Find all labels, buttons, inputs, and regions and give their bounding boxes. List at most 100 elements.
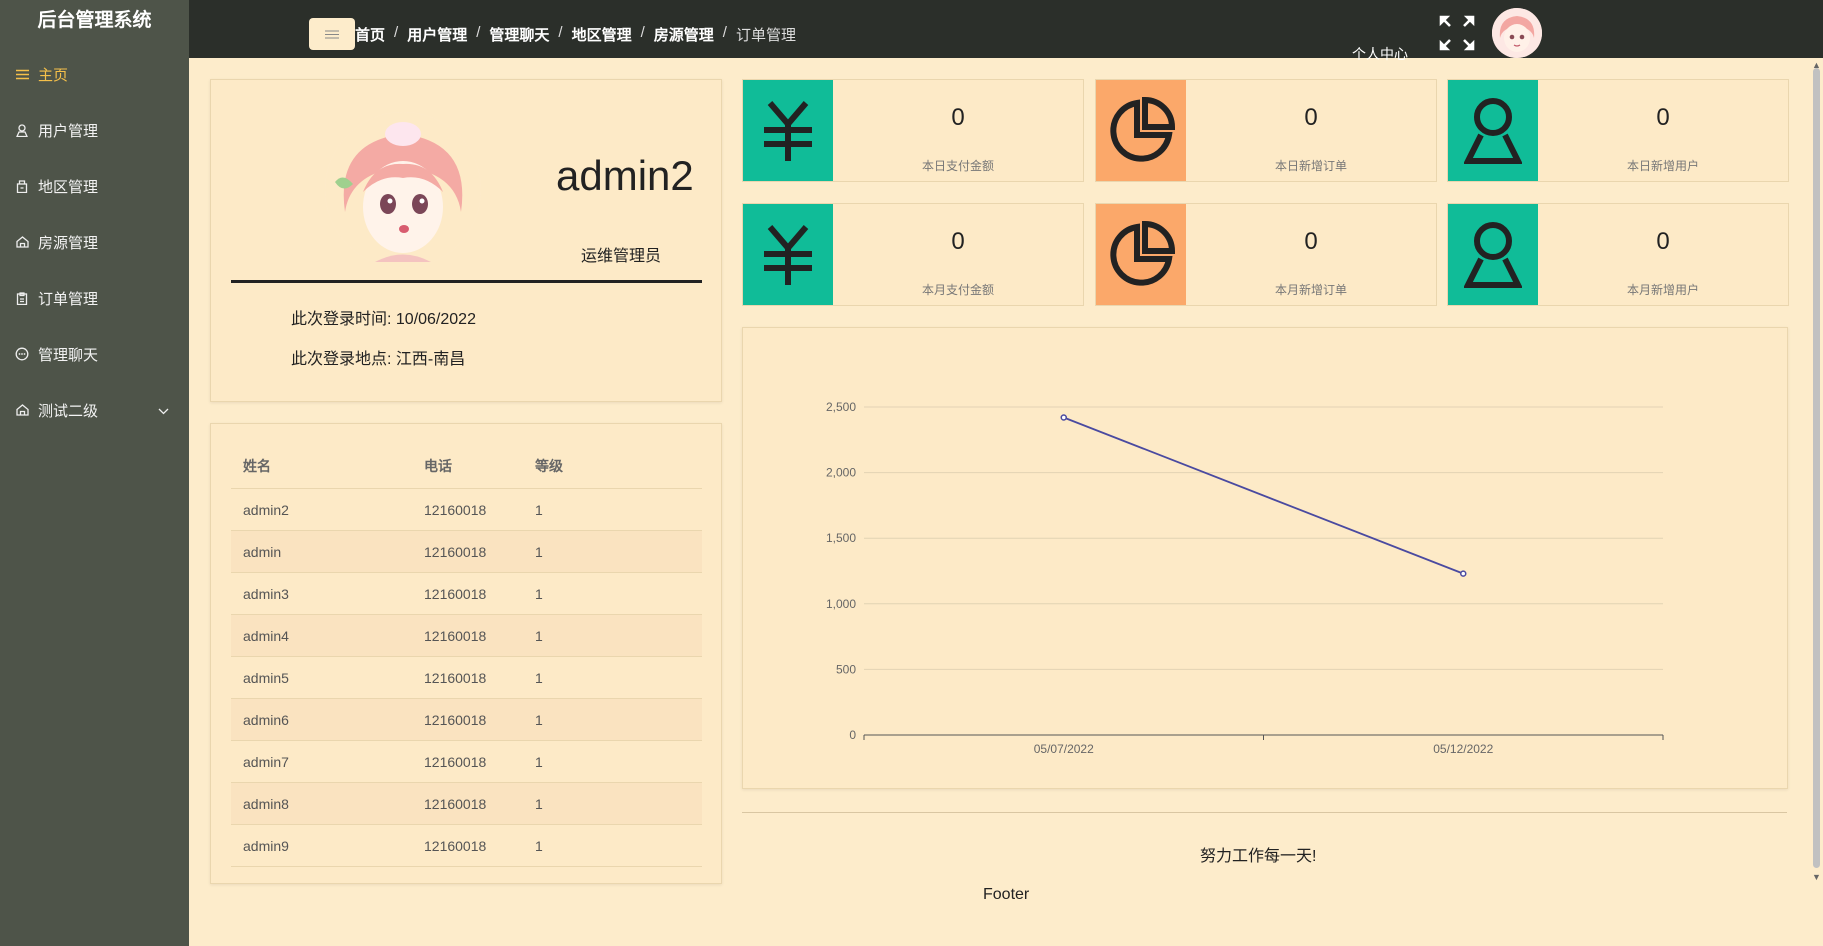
sidebar-item-chat[interactable]: 管理聊天 (0, 334, 189, 374)
y-tick-label: 2,500 (826, 400, 856, 414)
cell-phone: 12160018 (412, 614, 523, 657)
profile-divider (231, 280, 702, 283)
cell-level: 1 (523, 698, 702, 741)
table-row[interactable]: admin5 12160018 1 (231, 656, 702, 699)
stat-label: 本日新增订单 (1274, 159, 1347, 173)
cell-name: admin4 (231, 614, 412, 657)
table-row[interactable]: admin9 12160018 1 (231, 824, 702, 867)
table-row[interactable]: admin7 12160018 1 (231, 740, 702, 783)
table-row[interactable]: admin8 12160018 1 (231, 782, 702, 825)
cell-level: 1 (523, 740, 702, 783)
brand-title: 后台管理系统 (37, 10, 152, 31)
pie-chart-icon (1096, 204, 1186, 305)
x-tick-label: 05/12/2022 (1433, 742, 1493, 756)
scroll-down-arrow-icon[interactable]: ▼ (1812, 872, 1821, 882)
sidebar-item-users[interactable]: 用户管理 (0, 110, 189, 150)
sidebar-item-label: 测试二级 (38, 402, 99, 420)
cell-name: admin7 (231, 740, 412, 783)
user-icon (14, 123, 30, 137)
stat-card-daily-payment: 0 本日支付金额 (742, 79, 1084, 182)
cell-name: admin9 (231, 824, 412, 867)
stat-value: 0 (1304, 104, 1318, 131)
scroll-thumb[interactable] (1813, 68, 1820, 868)
table-header-row: 姓名 电话 等级 (231, 444, 702, 489)
cell-level: 1 (523, 782, 702, 825)
sidebar-item-label: 地区管理 (38, 178, 99, 196)
breadcrumb-home[interactable]: 首页 (355, 24, 385, 45)
profile-card: admin2 运维管理员 此次登录时间: 10/06/2022 此次登录地点: … (210, 79, 722, 402)
cell-name: admin8 (231, 782, 412, 825)
breadcrumb-housing[interactable]: 房源管理 (654, 24, 714, 45)
column-header-phone: 电话 (412, 444, 523, 489)
cell-name: admin3 (231, 572, 412, 615)
profile-role: 运维管理员 (581, 248, 662, 265)
avatar[interactable] (1492, 8, 1542, 58)
breadcrumb-users[interactable]: 用户管理 (407, 24, 467, 45)
stat-card-daily-users: 0 本日新增用户 (1447, 79, 1789, 182)
stat-value: 0 (1656, 228, 1670, 255)
cell-level: 1 (523, 614, 702, 657)
page-scrollbar[interactable]: ▲ ▼ (1810, 58, 1823, 888)
y-tick-label: 1,000 (826, 597, 856, 611)
user-list-card: 姓名 电话 等级 admin2 12160018 1 admin 12160018 1 … (210, 423, 722, 884)
sidebar-item-home[interactable]: 主页 (0, 54, 189, 94)
footer-slogan: 努力工作每一天! (1200, 848, 1317, 865)
breadcrumb-chat[interactable]: 管理聊天 (489, 24, 549, 45)
fullscreen-icon[interactable] (1438, 14, 1476, 52)
cell-name: admin2 (231, 488, 412, 531)
cell-level: 1 (523, 488, 702, 531)
table-row[interactable]: admin6 12160018 1 (231, 698, 702, 741)
sidebar-item-label: 用户管理 (38, 122, 99, 140)
breadcrumb-separator: / (640, 24, 645, 41)
user-table: 姓名 电话 等级 admin2 12160018 1 admin 12160018 1 … (231, 444, 702, 867)
profile-avatar (325, 112, 481, 268)
cell-phone: 12160018 (412, 572, 523, 615)
x-tick-label: 05/07/2022 (1034, 742, 1094, 756)
breadcrumb-separator: / (394, 24, 399, 41)
stat-card-monthly-orders: 0 本月新增订单 (1095, 203, 1437, 306)
y-tick-label: 2,000 (826, 466, 856, 480)
sidebar-item-regions[interactable]: 地区管理 (0, 166, 189, 206)
user-icon (1448, 204, 1538, 305)
cell-level: 1 (523, 530, 702, 573)
user-icon (1448, 80, 1538, 181)
stat-label: 本日支付金额 (921, 159, 994, 173)
user-center-link[interactable]: 个人中心 (1352, 44, 1408, 64)
sidebar-item-label: 订单管理 (38, 290, 99, 308)
home-icon (14, 236, 30, 248)
sidebar-item-housing[interactable]: 房源管理 (0, 222, 189, 262)
breadcrumb-regions[interactable]: 地区管理 (572, 24, 632, 45)
chevron-down-icon[interactable] (158, 402, 169, 419)
stat-label: 本月新增订单 (1274, 283, 1347, 297)
breadcrumb-orders[interactable]: 订单管理 (736, 24, 796, 45)
cell-name: admin6 (231, 698, 412, 741)
profile-username: admin2 (556, 152, 694, 199)
home-icon (14, 404, 30, 416)
stat-label: 本月支付金额 (921, 283, 994, 297)
cell-phone: 12160018 (412, 740, 523, 783)
menu-toggle-button[interactable] (309, 18, 355, 50)
breadcrumb-separator: / (722, 24, 727, 41)
table-row[interactable]: admin 12160018 1 (231, 530, 702, 573)
sidebar-item-test-submenu[interactable]: 测试二级 (0, 390, 189, 430)
sidebar-item-orders[interactable]: 订单管理 (0, 278, 189, 318)
sidebar-item-label: 管理聊天 (38, 346, 99, 364)
stat-card-daily-orders: 0 本日新增订单 (1095, 79, 1437, 182)
cell-phone: 12160018 (412, 782, 523, 825)
cell-level: 1 (523, 572, 702, 615)
breadcrumb: 首页 / 用户管理 / 管理聊天 / 地区管理 / 房源管理 / 订单管理 (355, 24, 796, 45)
y-tick-label: 1,500 (826, 531, 856, 545)
table-row[interactable]: admin4 12160018 1 (231, 614, 702, 657)
stat-card-monthly-users: 0 本月新增用户 (1447, 203, 1789, 306)
stat-value: 0 (951, 228, 965, 255)
data-point (1460, 570, 1467, 577)
top-bar: 首页 / 用户管理 / 管理聊天 / 地区管理 / 房源管理 / 订单管理 (189, 0, 1823, 58)
stat-value: 0 (1304, 228, 1318, 255)
table-row[interactable]: admin3 12160018 1 (231, 572, 702, 615)
stat-label: 本日新增用户 (1626, 159, 1699, 173)
sidebar-item-label: 主页 (38, 66, 69, 84)
table-row[interactable]: admin2 12160018 1 (231, 488, 702, 531)
footer-divider (742, 812, 1787, 813)
column-header-level: 等级 (523, 444, 702, 489)
y-tick-label: 500 (836, 662, 856, 676)
